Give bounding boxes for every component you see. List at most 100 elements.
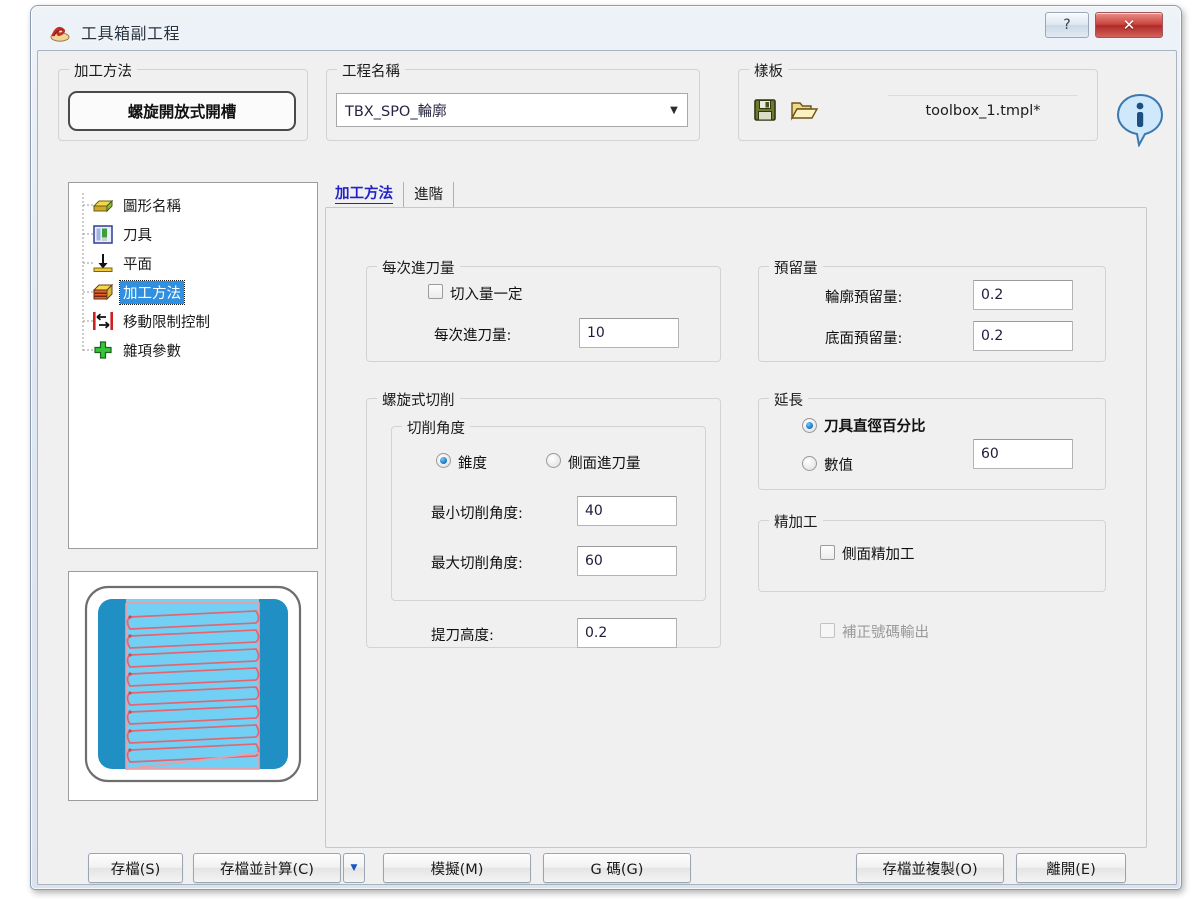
machining-layers-icon [91,281,115,303]
bottom-stock-input[interactable]: 0.2 [973,321,1073,351]
simulate-button-label: 模擬(M) [430,861,484,878]
tab-machining-method[interactable]: 加工方法 [325,182,404,208]
radio-tool-diameter-percent[interactable] [802,418,817,433]
tab-body: 每次進刀量 切入量一定 每次進刀量: 10 螺旋式切削 切削角度 錐度 側面進刀… [325,207,1147,848]
template-title: 樣板 [749,60,788,81]
tree-item-label: 平面 [123,256,152,273]
gcode-button-label: G 碼(G) [590,861,644,878]
dialog-client-area: 加工方法 螺旋開放式開槽 工程名稱 TBX_SPO_輪廓 ▼ 樣板 toolbo… [37,50,1177,885]
spiral-group-title: 螺旋式切削 [377,389,460,410]
help-label: ? [1063,17,1071,33]
project-name-title: 工程名稱 [337,60,405,81]
stock-group-title: 預留量 [769,257,823,278]
machining-method-title: 加工方法 [69,60,137,81]
gcode-button[interactable]: G 碼(G) [543,853,691,883]
tree-item-shape-name[interactable]: 圖形名稱 [91,192,184,218]
max-angle-label: 最大切削角度: [431,556,523,572]
tree-item-label: 移動限制控制 [123,314,210,331]
constant-stepover-label: 切入量一定 [450,287,523,303]
tree-item-tool[interactable]: 刀具 [91,221,155,247]
chevron-down-icon[interactable]: ▼ [661,105,687,116]
comp-number-output-checkbox [820,623,835,638]
project-name-value: TBX_SPO_輪廓 [345,103,447,120]
tab-label: 加工方法 [335,182,393,204]
close-icon: ✕ [1122,16,1136,34]
template-file-name: toolbox_1.tmpl* [888,95,1078,125]
tree-item-label: 雜項參數 [123,343,181,360]
template-group: 樣板 toolbox_1.tmpl* [738,60,1098,141]
chevron-down-icon: ▼ [350,863,358,873]
exit-button[interactable]: 離開(E) [1016,853,1126,883]
project-name-combo[interactable]: TBX_SPO_輪廓 ▼ [336,93,688,127]
machining-method-group: 加工方法 螺旋開放式開槽 [58,60,308,141]
tree-item-plane[interactable]: 平面 [91,250,155,276]
min-angle-input[interactable]: 40 [577,496,677,526]
side-finishing-checkbox[interactable] [820,545,835,560]
cutting-angle-title: 切削角度 [402,417,470,438]
min-angle-value: 40 [585,503,603,519]
folder-open-icon[interactable] [790,97,820,127]
close-button[interactable]: ✕ [1095,12,1163,38]
max-angle-input[interactable]: 60 [577,546,677,576]
contour-stock-input[interactable]: 0.2 [973,280,1073,310]
shape-block-icon [91,194,115,216]
depth-per-pass-value: 10 [587,325,605,341]
save-and-copy-label: 存檔並複製(O) [882,861,978,878]
machining-method-button-label: 螺旋開放式開槽 [127,103,237,121]
tree-item-label: 圖形名稱 [123,198,181,215]
info-icon[interactable] [1115,93,1165,151]
help-button[interactable]: ? [1045,12,1089,38]
radio-numeric-value[interactable] [802,456,817,471]
machining-method-button[interactable]: 螺旋開放式開槽 [68,91,296,131]
save-options-dropdown-button[interactable]: ▼ [343,853,365,883]
window-title: 工具箱副工程 [81,24,181,43]
lift-height-value: 0.2 [585,625,608,641]
extension-group-title: 延長 [769,389,808,410]
depth-per-pass-group: 每次進刀量 切入量一定 每次進刀量: 10 [366,257,721,362]
tree-item-label: 刀具 [123,227,152,244]
bottom-stock-value: 0.2 [981,328,1004,344]
toolpath-preview [68,571,318,801]
radio-taper[interactable] [436,453,451,468]
extension-group: 延長 刀具直徑百分比 數值 60 [758,389,1106,490]
footer-button-bar: 存檔(S) 存檔並計算(C) ▼ 模擬(M) G 碼(G) 存檔並複製(O) 離… [38,851,1178,885]
depth-per-pass-label: 每次進刀量: [434,328,512,344]
depth-per-pass-input[interactable]: 10 [579,318,679,348]
save-button[interactable]: 存檔(S) [88,853,183,883]
save-and-calculate-label: 存檔並計算(C) [220,861,314,878]
plus-green-icon [91,339,115,361]
stock-allowance-group: 預留量 輪廓預留量: 0.2 底面預留量: 0.2 [758,257,1106,362]
spiral-tool-icon [49,22,71,42]
plane-arrow-icon [91,252,115,274]
side-finishing-label: 側面精加工 [842,547,915,563]
radio-numeric-value-label: 數值 [824,458,853,474]
finishing-group: 精加工 側面精加工 [758,511,1106,592]
extension-value-input[interactable]: 60 [973,439,1073,469]
tool-holder-icon [91,223,115,245]
toolpath-preview-zigzag [80,581,306,791]
finishing-group-title: 精加工 [769,511,823,532]
tree-item-misc-params[interactable]: 雜項參數 [91,337,184,363]
radio-side-stepover[interactable] [546,453,561,468]
contour-stock-value: 0.2 [981,287,1004,303]
max-angle-value: 60 [585,553,603,569]
save-and-calculate-button[interactable]: 存檔並計算(C) [193,853,341,883]
simulate-button[interactable]: 模擬(M) [383,853,531,883]
tab-advanced[interactable]: 進階 [404,182,454,208]
tree-item-machining-method[interactable]: 加工方法 [91,279,185,305]
tab-label: 進階 [414,187,443,203]
depth-group-title: 每次進刀量 [377,257,460,278]
contour-stock-label: 輪廓預留量: [825,290,903,306]
parameter-tree[interactable]: 圖形名稱 刀具 平面 加工方法 移動限制控制 雜項參數 [68,182,318,549]
bottom-stock-label: 底面預留量: [825,331,903,347]
floppy-save-icon[interactable] [752,97,778,127]
tree-item-move-limit[interactable]: 移動限制控制 [91,308,213,334]
lift-height-input[interactable]: 0.2 [577,618,677,648]
tab-strip: 加工方法 進階 [325,182,454,208]
save-and-copy-button[interactable]: 存檔並複製(O) [856,853,1004,883]
tree-item-label: 加工方法 [119,279,185,305]
constant-stepover-checkbox[interactable] [428,284,443,299]
save-button-label: 存檔(S) [110,861,161,878]
extension-value: 60 [981,446,999,462]
project-name-group: 工程名稱 TBX_SPO_輪廓 ▼ [326,60,700,141]
